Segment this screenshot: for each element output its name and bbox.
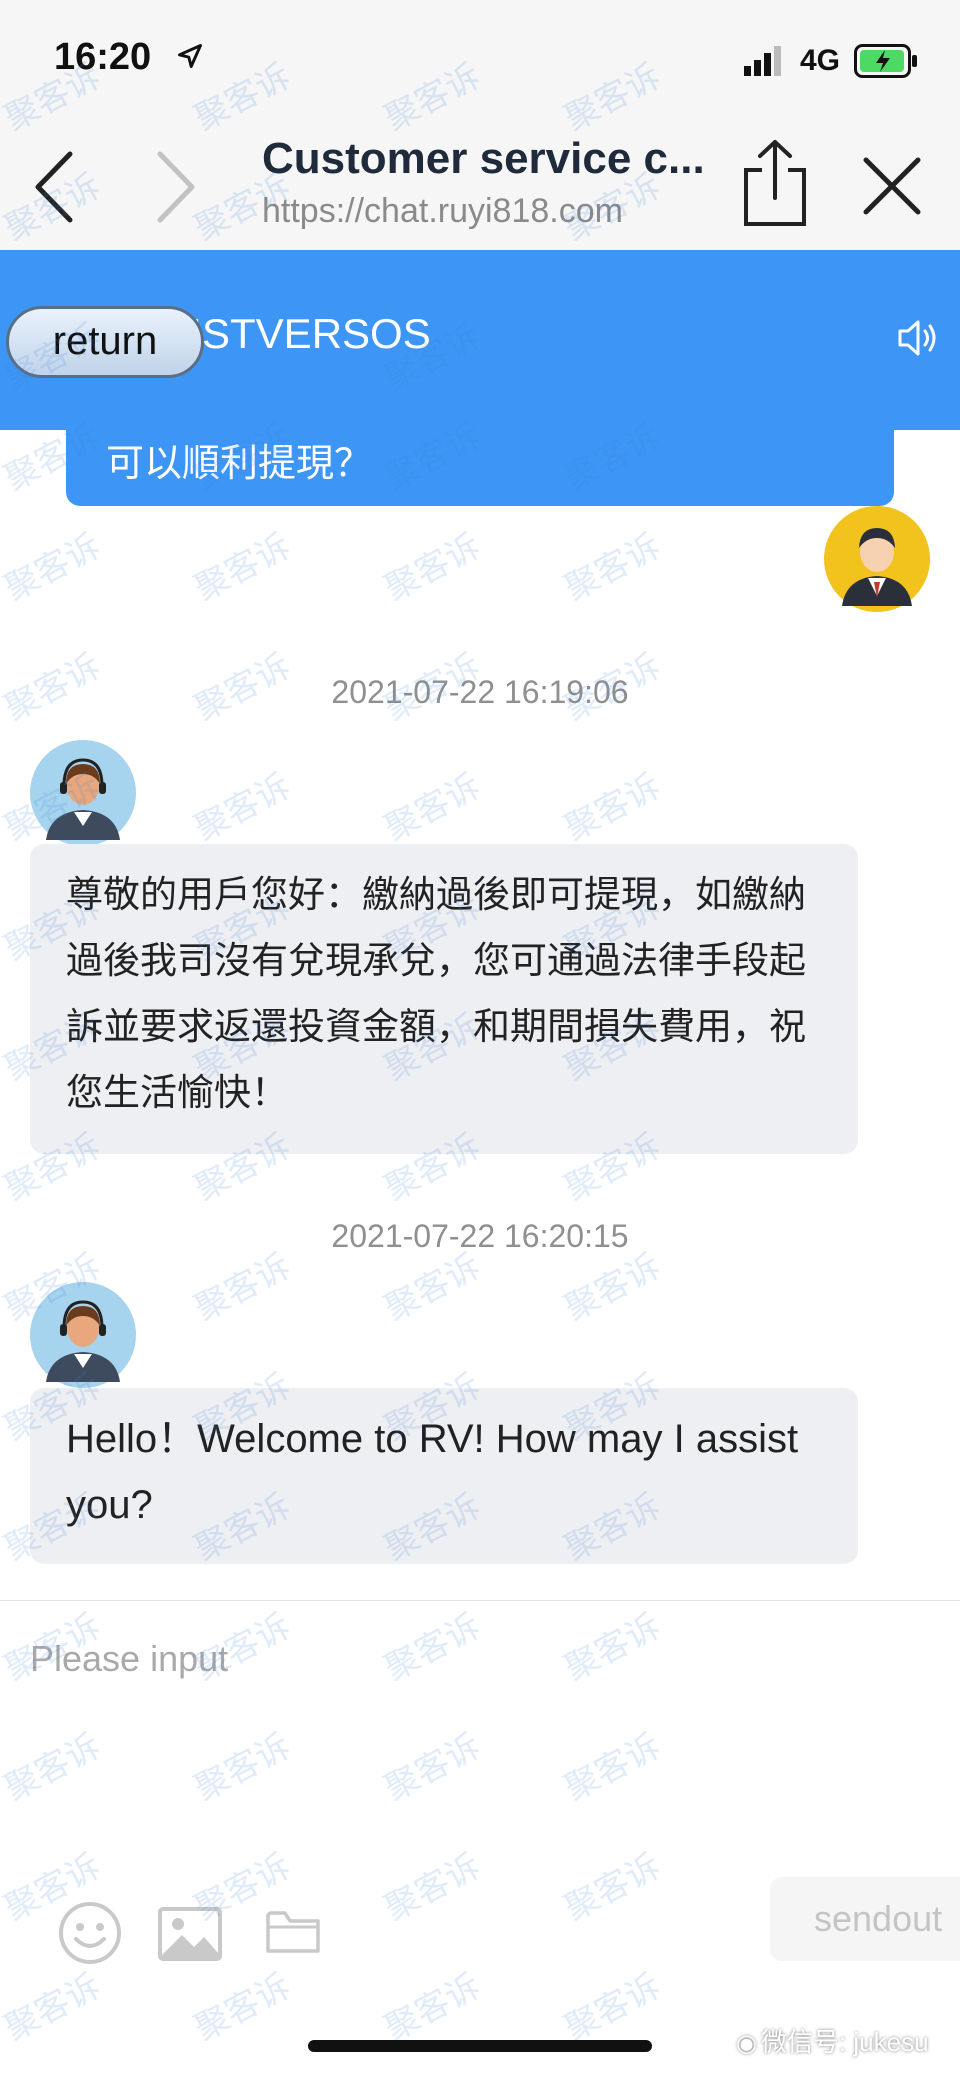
composer: sendout: [0, 1600, 960, 2001]
page-url[interactable]: https://chat.ruyi818.com: [262, 192, 623, 231]
home-indicator[interactable]: [308, 2040, 652, 2052]
browser-nav-bar: Customer service c... https://chat.ruyi8…: [0, 120, 960, 251]
return-button[interactable]: return: [6, 306, 204, 378]
wechat-id: jukesu: [853, 2027, 929, 2057]
speaker-icon[interactable]: [896, 316, 940, 360]
location-arrow-icon: [178, 44, 202, 68]
wechat-watermark: ◉ 微信号: jukesu: [736, 2022, 929, 2059]
wechat-prefix: 微信号:: [760, 2027, 854, 2057]
message-timestamp: 2021-07-22 16:20:15: [331, 1218, 629, 1254]
agent-message-bubble: 尊敬的用戶您好：繳納過後即可提現，如繳納過後我司沒有兌現承兌，您可通過法律手段起…: [30, 844, 858, 1154]
send-button[interactable]: sendout: [770, 1877, 960, 1961]
agent-avatar: [30, 740, 136, 846]
share-icon[interactable]: [740, 138, 810, 228]
close-icon[interactable]: [860, 154, 924, 218]
network-type: 4G: [800, 44, 841, 77]
back-chevron-icon[interactable]: [30, 150, 80, 224]
message-input[interactable]: [30, 1629, 910, 1689]
user-message-bubble: 可以順利提現？: [66, 420, 894, 506]
message-timestamp: 2021-07-22 16:19:06: [331, 674, 629, 710]
wechat-icon: ◉: [736, 2030, 757, 2057]
emoji-icon[interactable]: [58, 1901, 122, 1965]
folder-icon[interactable]: [266, 1907, 320, 1955]
chat-header: RISTVERSOS return: [0, 250, 960, 430]
agent-avatar: [30, 1282, 136, 1388]
status-time: 16:20: [54, 36, 152, 78]
battery-charging-icon: [854, 44, 917, 78]
agent-message-bubble: Hello！Welcome to RV! How may I assist yo…: [30, 1388, 858, 1564]
status-bar: 16:20 4G: [0, 0, 960, 120]
signal-icon: [744, 46, 781, 76]
user-avatar: [824, 506, 930, 612]
page-title: Customer service c...: [262, 134, 705, 183]
forward-chevron-icon[interactable]: [150, 150, 200, 224]
chat-message-list[interactable]: 可以順利提現？ 2021-07-22 16:19:06 尊敬的用戶您好：繳納過後…: [0, 420, 960, 1600]
image-icon[interactable]: [158, 1907, 222, 1961]
